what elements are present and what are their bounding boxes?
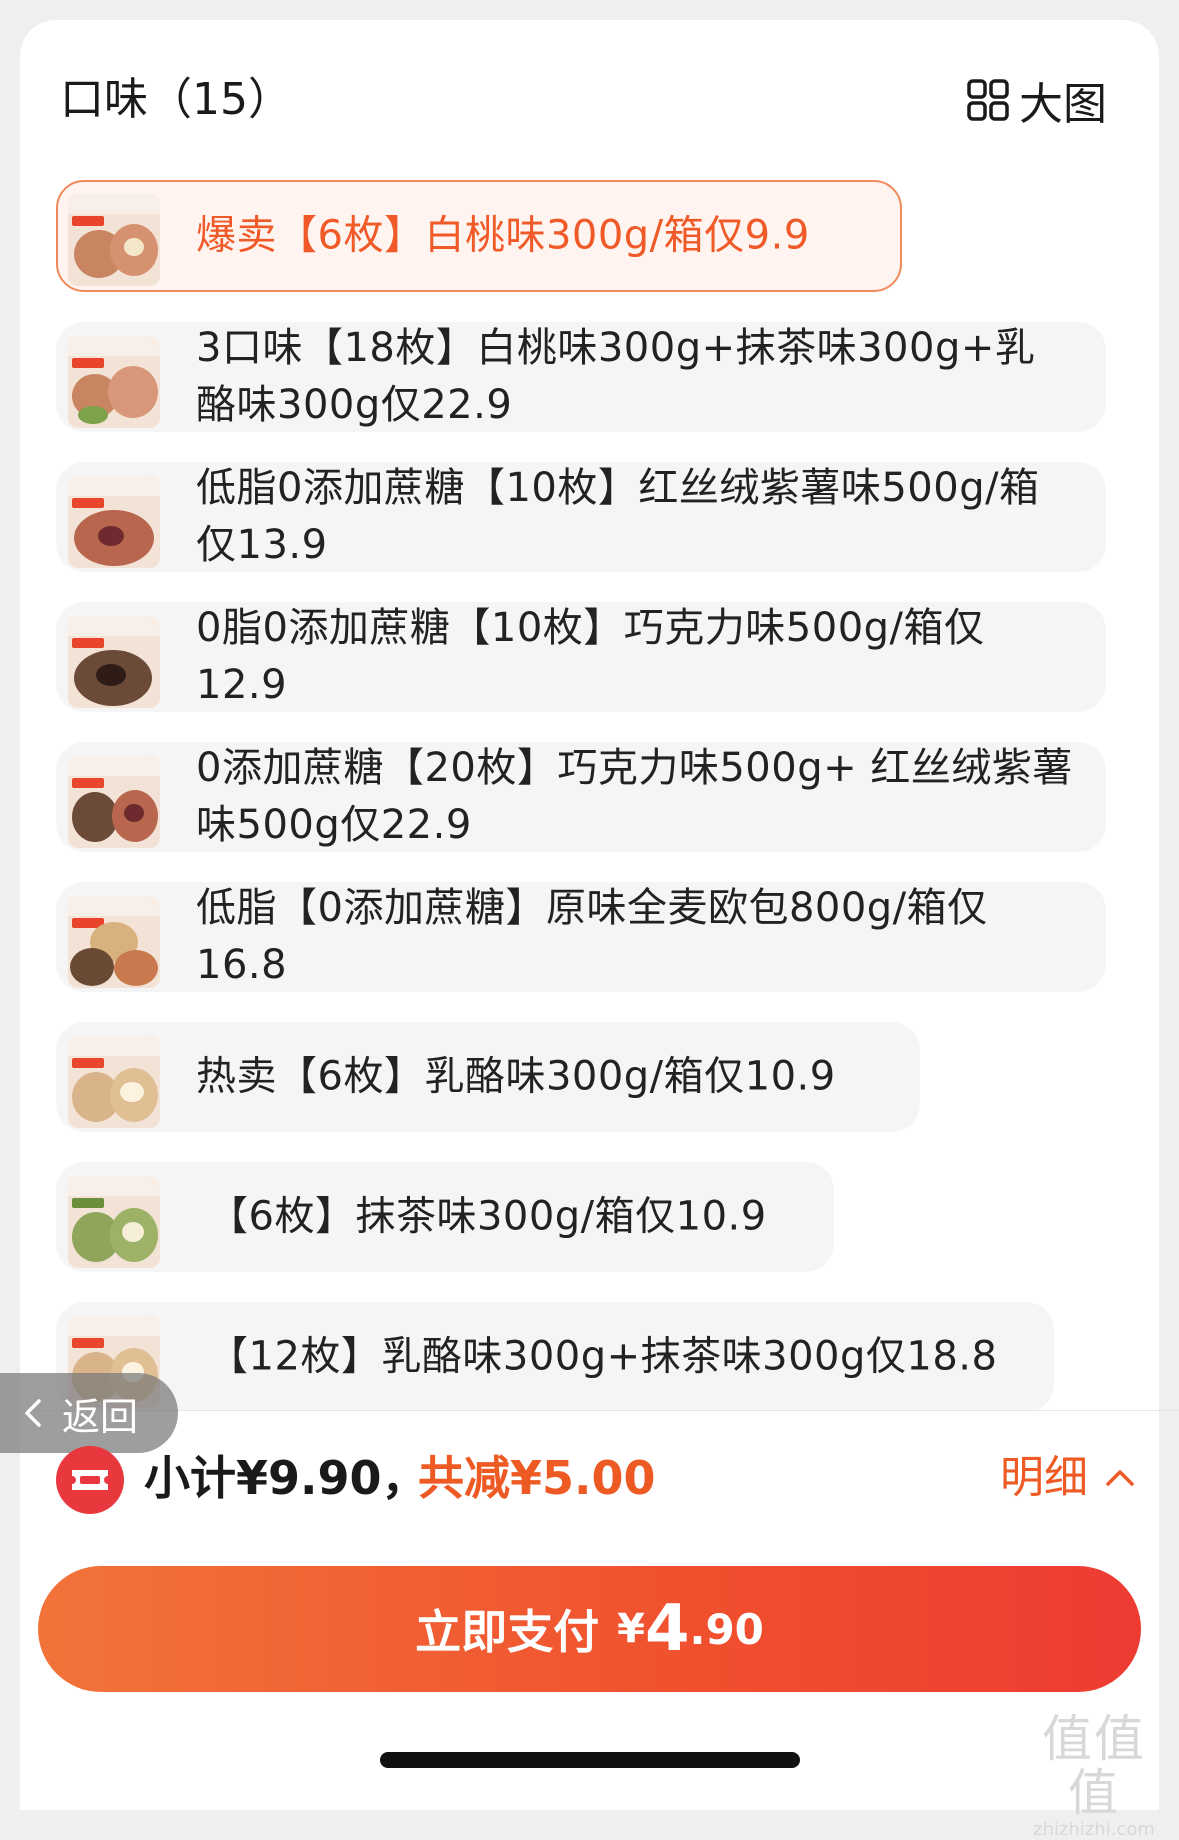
large-image-toggle[interactable]: 大图: [967, 70, 1107, 130]
header: 口味（15） 大图: [60, 70, 1139, 130]
pay-now-button[interactable]: 立即支付 ¥ 4 .90: [38, 1566, 1141, 1692]
product-thumbnail: [68, 1036, 160, 1128]
flavor-option-label: 低脂【0添加蔗糖】原味全麦欧包800g/箱仅16.8: [196, 885, 988, 988]
back-label: 返回: [62, 1394, 139, 1439]
flavor-option-label: 0添加蔗糖【20枚】巧克力味500g+ 红丝绒紫薯味500g仅22.9: [196, 745, 1073, 848]
flavor-option[interactable]: 3口味【18枚】白桃味300g+抹茶味300g+乳酪味300g仅22.9: [56, 322, 1106, 432]
product-thumbnail: [68, 896, 160, 988]
price-detail-toggle[interactable]: 明细: [1000, 1442, 1138, 1514]
back-button[interactable]: 返回: [0, 1373, 178, 1453]
flavor-option[interactable]: 0添加蔗糖【20枚】巧克力味500g+ 红丝绒紫薯味500g仅22.9: [56, 742, 1106, 852]
flavor-option-label: 【12枚】乳酪味300g+抹茶味300g仅18.8: [208, 1333, 998, 1380]
flavor-option-label: 低脂0添加蔗糖【10枚】红丝绒紫薯味500g/箱仅13.9: [196, 465, 1040, 568]
product-thumbnail: [68, 616, 160, 708]
chevron-left-icon: [25, 1399, 41, 1427]
subtotal-text: 小计¥9.90，: [144, 1451, 428, 1505]
flavor-options-list: 爆卖【6枚】白桃味300g/箱仅9.9 3口味【18枚】白桃味300g+抹茶味3…: [56, 180, 1106, 1410]
product-thumbnail: [68, 194, 160, 286]
flavor-option[interactable]: 【6枚】抹茶味300g/箱仅10.9: [56, 1162, 834, 1272]
home-indicator: [380, 1752, 800, 1768]
watermark-main: 值值值: [1042, 1710, 1146, 1822]
large-image-label: 大图: [1019, 79, 1107, 130]
pay-currency: ¥: [617, 1606, 645, 1652]
pay-now-label: 立即支付: [415, 1605, 600, 1659]
flavor-option[interactable]: 低脂【0添加蔗糖】原味全麦欧包800g/箱仅16.8: [56, 882, 1106, 992]
product-thumbnail: [68, 756, 160, 848]
pay-amount-decimal: .90: [689, 1604, 764, 1654]
flavor-option-label: 爆卖【6枚】白桃味300g/箱仅9.9: [196, 212, 810, 259]
chevron-up-icon: [1106, 1470, 1134, 1486]
coupon-icon: [56, 1446, 124, 1514]
price-summary: 小计¥9.90， 共减¥5.00 明细: [56, 1442, 1146, 1514]
flavor-option-label: 【6枚】抹茶味300g/箱仅10.9: [208, 1193, 767, 1240]
flavor-option-label: 0脂0添加蔗糖【10枚】巧克力味500g/箱仅12.9: [196, 605, 985, 708]
flavor-option[interactable]: 热卖【6枚】乳酪味300g/箱仅10.9: [56, 1022, 920, 1132]
flavor-count-title: 口味（15）: [60, 74, 292, 125]
grid-view-icon: [967, 79, 1009, 121]
detail-label: 明细: [1000, 1452, 1088, 1503]
watermark-sub: zhizhizhi.com: [1033, 1819, 1155, 1840]
flavor-option-label: 热卖【6枚】乳酪味300g/箱仅10.9: [196, 1053, 836, 1100]
flavor-option[interactable]: 爆卖【6枚】白桃味300g/箱仅9.9: [56, 180, 902, 292]
flavor-option[interactable]: 【12枚】乳酪味300g+抹茶味300g仅18.8: [56, 1302, 1054, 1410]
flavor-option[interactable]: 低脂0添加蔗糖【10枚】红丝绒紫薯味500g/箱仅13.9: [56, 462, 1106, 572]
product-thumbnail: [68, 476, 160, 568]
flavor-option[interactable]: 0脂0添加蔗糖【10枚】巧克力味500g/箱仅12.9: [56, 602, 1106, 712]
site-watermark: 值值值 zhizhizhi.com: [1019, 1712, 1169, 1840]
pay-amount-integer: 4: [644, 1592, 690, 1666]
flavor-option-label: 3口味【18枚】白桃味300g+抹茶味300g+乳酪味300g仅22.9: [196, 325, 1036, 428]
discount-text: 共减¥5.00: [418, 1451, 656, 1505]
product-thumbnail: [68, 336, 160, 428]
product-thumbnail: [68, 1176, 160, 1268]
